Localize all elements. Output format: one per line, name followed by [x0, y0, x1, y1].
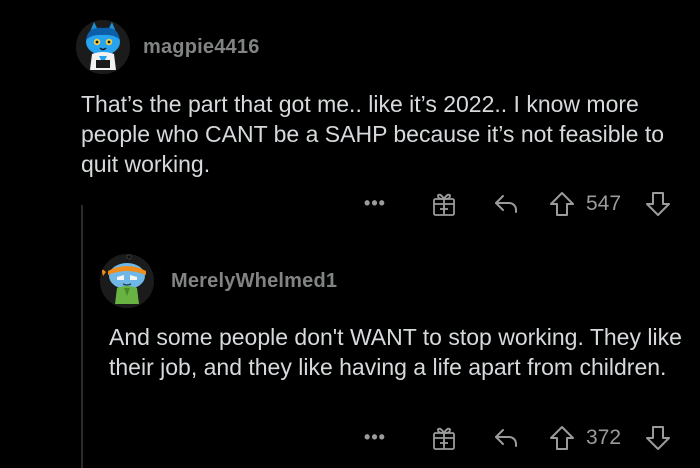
upvote-arrow-icon[interactable] — [548, 424, 576, 452]
avatar[interactable] — [76, 20, 130, 74]
snoo-avatar-icon — [76, 20, 130, 74]
more-options-button[interactable]: ••• — [362, 191, 388, 215]
reply-arrow-icon[interactable] — [492, 425, 520, 451]
downvote-arrow-icon[interactable] — [644, 190, 672, 218]
downvote-arrow-icon[interactable] — [644, 424, 672, 452]
username[interactable]: magpie4416 — [143, 36, 260, 59]
reply-arrow-icon[interactable] — [492, 191, 520, 217]
comment-body: That’s the part that got me.. like it’s … — [81, 91, 665, 177]
vote-count: 547 — [586, 192, 622, 215]
comment-actions: ••• 372 — [362, 422, 682, 452]
avatar[interactable] — [100, 254, 154, 308]
comment: magpie4416 That’s the part that got me..… — [0, 0, 700, 225]
comment-actions: ••• 547 — [362, 188, 682, 218]
vote-count: 372 — [586, 426, 622, 449]
snoo-avatar-icon — [100, 254, 154, 308]
gift-icon[interactable] — [430, 190, 458, 218]
more-options-button[interactable]: ••• — [362, 425, 388, 449]
upvote-arrow-icon[interactable] — [548, 190, 576, 218]
comment-body: And some people don't WANT to stop worki… — [109, 324, 682, 380]
comment: MerelyWhelmed1 And some people don't WAN… — [0, 240, 700, 468]
username[interactable]: MerelyWhelmed1 — [171, 270, 337, 293]
gift-icon[interactable] — [430, 424, 458, 452]
